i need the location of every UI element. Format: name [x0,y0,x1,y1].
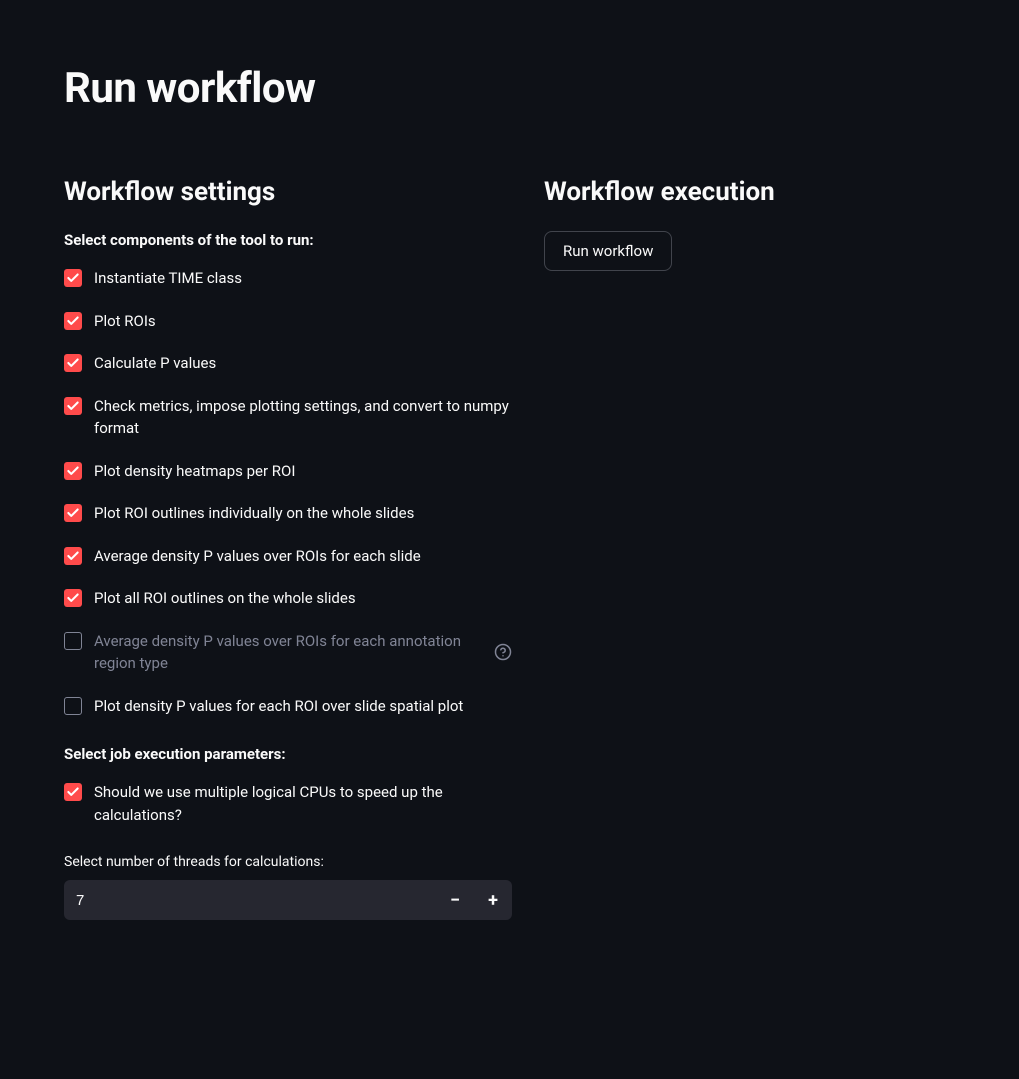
component-0-checkbox[interactable] [64,269,82,287]
plus-icon: + [488,890,498,911]
threads-input-field[interactable] [64,880,436,920]
component-3-label[interactable]: Check metrics, impose plotting settings,… [94,395,512,440]
component-8-checkbox [64,632,82,650]
job-param-0-checkbox[interactable] [64,783,82,801]
component-4-label[interactable]: Plot density heatmaps per ROI [94,460,512,483]
component-7-label[interactable]: Plot all ROI outlines on the whole slide… [94,587,512,610]
component-1-row: Plot ROIs [64,310,512,333]
component-0-label[interactable]: Instantiate TIME class [94,267,512,290]
component-5-checkbox[interactable] [64,504,82,522]
component-3-checkbox[interactable] [64,397,82,415]
component-9-row: Plot density P values for each ROI over … [64,695,512,718]
threads-field-label: Select number of threads for calculation… [64,854,512,870]
help-icon[interactable] [494,643,512,661]
threads-number-input[interactable]: − + [64,880,512,920]
component-5-row: Plot ROI outlines individually on the wh… [64,502,512,525]
component-3-row: Check metrics, impose plotting settings,… [64,395,512,440]
execution-heading: Workflow execution [544,177,955,207]
component-6-row: Average density P values over ROIs for e… [64,545,512,568]
workflow-execution-panel: Workflow execution Run workflow [544,177,955,920]
component-6-label[interactable]: Average density P values over ROIs for e… [94,545,512,568]
component-5-label[interactable]: Plot ROI outlines individually on the wh… [94,502,512,525]
job-params-checkbox-list: Should we use multiple logical CPUs to s… [64,781,512,826]
threads-increment-button[interactable]: + [474,880,512,920]
page-title: Run workflow [64,64,955,113]
job-params-section-label: Select job execution parameters: [64,745,512,763]
component-2-label[interactable]: Calculate P values [94,352,512,375]
component-1-label[interactable]: Plot ROIs [94,310,512,333]
component-9-label[interactable]: Plot density P values for each ROI over … [94,695,512,718]
threads-decrement-button[interactable]: − [436,880,474,920]
component-2-checkbox[interactable] [64,354,82,372]
run-workflow-button[interactable]: Run workflow [544,231,672,271]
component-0-row: Instantiate TIME class [64,267,512,290]
job-param-0-row: Should we use multiple logical CPUs to s… [64,781,512,826]
component-7-checkbox[interactable] [64,589,82,607]
component-9-checkbox[interactable] [64,697,82,715]
component-8-label: Average density P values over ROIs for e… [94,630,482,675]
component-7-row: Plot all ROI outlines on the whole slide… [64,587,512,610]
minus-icon: − [450,890,460,911]
components-section-label: Select components of the tool to run: [64,231,512,249]
component-4-checkbox[interactable] [64,462,82,480]
workflow-settings-panel: Workflow settings Select components of t… [64,177,512,920]
components-checkbox-list: Instantiate TIME class Plot ROIs Calculate… [64,267,512,717]
component-6-checkbox[interactable] [64,547,82,565]
component-8-row: Average density P values over ROIs for e… [64,630,512,675]
job-param-0-label[interactable]: Should we use multiple logical CPUs to s… [94,781,512,826]
settings-heading: Workflow settings [64,177,512,207]
component-1-checkbox[interactable] [64,312,82,330]
component-4-row: Plot density heatmaps per ROI [64,460,512,483]
component-2-row: Calculate P values [64,352,512,375]
